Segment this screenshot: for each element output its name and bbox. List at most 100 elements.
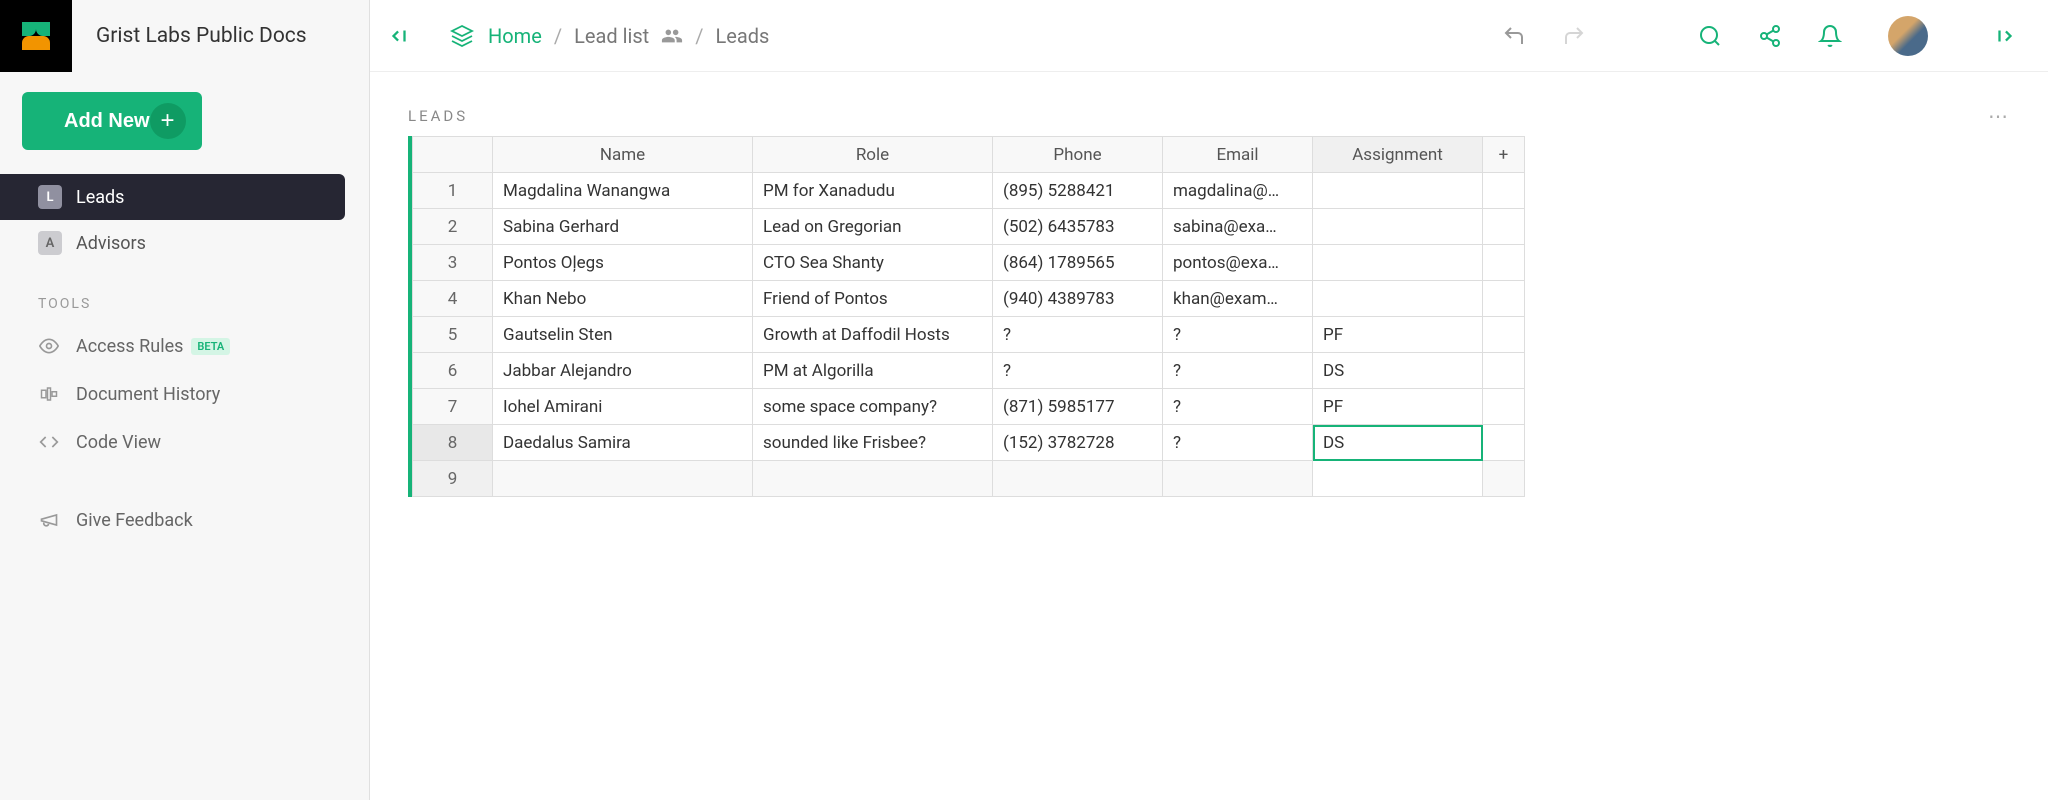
cell-empty[interactable] [1483, 281, 1525, 317]
cell-role[interactable]: Friend of Pontos [753, 281, 993, 317]
cell-phone[interactable]: (864) 1789565 [993, 245, 1163, 281]
cell-email[interactable]: pontos@exa… [1163, 245, 1313, 281]
row-number[interactable]: 4 [413, 281, 493, 317]
cell-phone[interactable]: ? [993, 317, 1163, 353]
cell-assignment[interactable] [1313, 461, 1483, 497]
row-header-corner[interactable] [413, 137, 493, 173]
column-header-email[interactable]: Email [1163, 137, 1313, 173]
cell-email[interactable]: ? [1163, 353, 1313, 389]
cell-name[interactable]: Sabina Gerhard [493, 209, 753, 245]
cell-phone[interactable]: (895) 5288421 [993, 173, 1163, 209]
cell-name[interactable]: Gautselin Sten [493, 317, 753, 353]
breadcrumb-table[interactable]: Leads [715, 24, 769, 48]
column-header-assignment[interactable]: Assignment [1313, 137, 1483, 173]
cell-role[interactable]: PM at Algorilla [753, 353, 993, 389]
cell-phone[interactable]: ? [993, 353, 1163, 389]
topbar: Home / Lead list / Leads [370, 0, 2048, 72]
cell-empty[interactable] [1483, 209, 1525, 245]
table-row: 1Magdalina WanangwaPM for Xanadudu(895) … [413, 173, 1525, 209]
add-new-button[interactable]: Add New + [22, 92, 202, 150]
undo-button[interactable] [1502, 24, 1526, 48]
cell-assignment[interactable] [1313, 209, 1483, 245]
notifications-button[interactable] [1818, 24, 1842, 48]
cell-role[interactable]: some space company? [753, 389, 993, 425]
cell-empty[interactable] [1483, 389, 1525, 425]
cell-empty[interactable] [1483, 461, 1525, 497]
collapse-left-icon[interactable] [388, 25, 410, 47]
row-number[interactable]: 6 [413, 353, 493, 389]
breadcrumb-page[interactable]: Lead list [574, 24, 649, 48]
tool-access-rules[interactable]: Access Rules BETA [0, 322, 369, 370]
sidebar-item-leads[interactable]: L Leads [0, 174, 345, 220]
cell-phone[interactable]: (940) 4389783 [993, 281, 1163, 317]
cell-assignment[interactable] [1313, 245, 1483, 281]
sidebar-item-advisors[interactable]: A Advisors [0, 220, 369, 266]
search-button[interactable] [1698, 24, 1722, 48]
cell-assignment[interactable]: DS [1313, 425, 1483, 461]
cell-name[interactable]: Pontos Oļegs [493, 245, 753, 281]
table-row: 7Iohel Amiranisome space company?(871) 5… [413, 389, 1525, 425]
cell-role[interactable]: PM for Xanadudu [753, 173, 993, 209]
cell-assignment[interactable]: DS [1313, 353, 1483, 389]
cell-role[interactable] [753, 461, 993, 497]
redo-button[interactable] [1562, 24, 1586, 48]
add-column-button[interactable]: + [1483, 137, 1525, 173]
history-icon [38, 383, 60, 405]
cell-email[interactable]: ? [1163, 317, 1313, 353]
cell-assignment[interactable]: PF [1313, 389, 1483, 425]
row-number[interactable]: 2 [413, 209, 493, 245]
cell-role[interactable]: Growth at Daffodil Hosts [753, 317, 993, 353]
column-header-role[interactable]: Role [753, 137, 993, 173]
cell-assignment[interactable] [1313, 173, 1483, 209]
doc-title[interactable]: Grist Labs Public Docs [72, 24, 307, 48]
layers-icon[interactable] [450, 24, 474, 48]
row-number[interactable]: 9 [413, 461, 493, 497]
cell-phone[interactable]: (502) 6435783 [993, 209, 1163, 245]
row-number[interactable]: 1 [413, 173, 493, 209]
tool-document-history[interactable]: Document History [0, 370, 369, 418]
app-logo[interactable] [0, 0, 72, 72]
cell-empty[interactable] [1483, 173, 1525, 209]
share-button[interactable] [1758, 24, 1782, 48]
cell-email[interactable]: sabina@exa… [1163, 209, 1313, 245]
cell-phone[interactable]: (152) 3782728 [993, 425, 1163, 461]
cell-empty[interactable] [1483, 245, 1525, 281]
row-number[interactable]: 3 [413, 245, 493, 281]
cell-email[interactable]: magdalina@… [1163, 173, 1313, 209]
avatar[interactable] [1888, 16, 1928, 56]
cell-role[interactable]: CTO Sea Shanty [753, 245, 993, 281]
tool-code-view[interactable]: Code View [0, 418, 369, 466]
row-number[interactable]: 7 [413, 389, 493, 425]
cell-assignment[interactable] [1313, 281, 1483, 317]
cell-empty[interactable] [1483, 425, 1525, 461]
add-new-label: Add New [64, 110, 150, 133]
breadcrumb-home[interactable]: Home [488, 24, 542, 48]
cell-email[interactable] [1163, 461, 1313, 497]
cell-name[interactable] [493, 461, 753, 497]
collapse-right-icon[interactable] [1994, 25, 2016, 47]
cell-email[interactable]: ? [1163, 425, 1313, 461]
cell-role[interactable]: sounded like Frisbee? [753, 425, 993, 461]
row-number[interactable]: 8 [413, 425, 493, 461]
sidebar-item-label: Leads [76, 187, 124, 208]
column-header-phone[interactable]: Phone [993, 137, 1163, 173]
column-header-name[interactable]: Name [493, 137, 753, 173]
cell-name[interactable]: Magdalina Wanangwa [493, 173, 753, 209]
cell-phone[interactable]: (871) 5985177 [993, 389, 1163, 425]
tool-label: Access Rules [76, 336, 183, 357]
tool-give-feedback[interactable]: Give Feedback [0, 496, 369, 544]
cell-assignment[interactable]: PF [1313, 317, 1483, 353]
cell-empty[interactable] [1483, 317, 1525, 353]
cell-name[interactable]: Khan Nebo [493, 281, 753, 317]
cell-name[interactable]: Jabbar Alejandro [493, 353, 753, 389]
cell-role[interactable]: Lead on Gregorian [753, 209, 993, 245]
cell-name[interactable]: Daedalus Samira [493, 425, 753, 461]
section-menu-icon[interactable]: ⋯ [1988, 104, 2010, 128]
cell-empty[interactable] [1483, 353, 1525, 389]
cell-email[interactable]: ? [1163, 389, 1313, 425]
cell-name[interactable]: Iohel Amirani [493, 389, 753, 425]
cell-phone[interactable] [993, 461, 1163, 497]
row-number[interactable]: 5 [413, 317, 493, 353]
cell-email[interactable]: khan@exam… [1163, 281, 1313, 317]
sidebar-item-label: Advisors [76, 233, 146, 254]
